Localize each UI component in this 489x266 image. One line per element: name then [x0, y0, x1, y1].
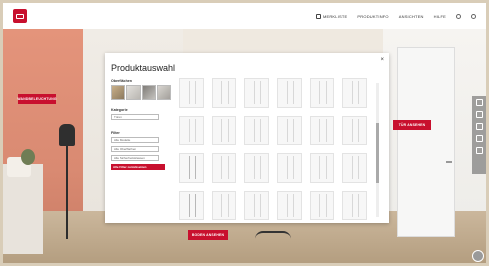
share-icon[interactable]: [475, 111, 483, 118]
top-bar: MERKLISTE PRODUKTINFO ANSICHTEN HILFE: [3, 3, 486, 29]
product-card[interactable]: [276, 190, 302, 220]
brand-logo[interactable]: [13, 9, 27, 23]
finish-label: Oberflächen: [111, 79, 132, 83]
menu-icon[interactable]: [471, 13, 476, 19]
product-card[interactable]: [211, 78, 237, 108]
product-card[interactable]: [342, 115, 367, 145]
nav-label: HILFE: [433, 13, 446, 19]
heart-icon[interactable]: [475, 99, 483, 106]
side-toolbar: [472, 96, 486, 174]
product-card[interactable]: [244, 190, 269, 220]
product-card[interactable]: [211, 190, 237, 220]
product-card[interactable]: [244, 153, 269, 183]
nav-label: ANSICHTEN: [398, 13, 424, 19]
security-filter-select[interactable]: Alle Sicherheitsklassen: [111, 155, 159, 161]
fullscreen-icon[interactable]: [475, 147, 483, 154]
product-card[interactable]: [276, 78, 302, 108]
hotspot-door-button[interactable]: TÜR ANSEHEN: [393, 120, 431, 130]
finish-swatch[interactable]: [156, 85, 171, 100]
plant: [21, 149, 35, 165]
product-card[interactable]: [179, 115, 204, 145]
scroll-thumb[interactable]: [376, 123, 379, 183]
nav-merkliste[interactable]: MERKLISTE: [315, 13, 348, 19]
floor-lamp-shade: [59, 124, 75, 146]
product-grid: [179, 78, 367, 220]
product-card[interactable]: [179, 78, 204, 108]
product-card[interactable]: [309, 190, 335, 220]
product-card[interactable]: [342, 78, 367, 108]
product-card[interactable]: [309, 153, 335, 183]
product-card[interactable]: [211, 115, 237, 145]
finish-filter-select[interactable]: Alle Oberflächen: [111, 146, 159, 152]
hotspot-wall-button[interactable]: WANDBELEUCHTUNG: [17, 94, 56, 104]
finish-swatch[interactable]: [126, 85, 141, 100]
reset-filters-button[interactable]: Alle Filter zurücksetzen: [111, 164, 165, 170]
main-nav: MERKLISTE PRODUKTINFO ANSICHTEN HILFE: [315, 13, 476, 19]
nav-produktinfo[interactable]: PRODUKTINFO: [357, 14, 388, 19]
bookmark-icon: [315, 13, 321, 19]
product-card[interactable]: [276, 153, 302, 183]
finish-swatches: [111, 85, 171, 100]
product-card[interactable]: [179, 153, 204, 183]
help-fab-button[interactable]: [472, 250, 484, 262]
logo-mark-icon: [16, 13, 24, 19]
product-card[interactable]: [276, 115, 302, 145]
account-icon[interactable]: [456, 13, 461, 19]
product-card[interactable]: [309, 115, 335, 145]
finish-swatch[interactable]: [111, 85, 126, 100]
category-label: Kategorie: [111, 108, 128, 112]
print-icon[interactable]: [475, 123, 483, 130]
product-card[interactable]: [244, 78, 269, 108]
hotspot-floor-button[interactable]: BODEN ANSEHEN: [188, 230, 228, 240]
product-card[interactable]: [244, 115, 269, 145]
close-icon[interactable]: ×: [380, 57, 384, 63]
nav-hilfe[interactable]: HILFE: [434, 14, 446, 19]
bed: [3, 164, 43, 254]
room-door[interactable]: [397, 47, 455, 237]
product-card[interactable]: [342, 153, 367, 183]
modal-title: Produktauswahl: [111, 63, 176, 73]
nav-ansichten[interactable]: ANSICHTEN: [399, 14, 424, 19]
grid-scrollbar[interactable]: [376, 83, 379, 217]
nav-label: PRODUKTINFO: [357, 13, 389, 19]
product-card[interactable]: [342, 190, 367, 220]
filter-label: Filter: [111, 131, 120, 135]
product-card[interactable]: [179, 190, 204, 220]
model-filter-select[interactable]: Alle Modelle: [111, 137, 159, 143]
product-card[interactable]: [309, 78, 335, 108]
category-select[interactable]: Türen: [111, 114, 159, 120]
product-card[interactable]: [211, 153, 237, 183]
door-handle: [446, 161, 452, 163]
filter-panel: Oberflächen Kategorie Türen Filter Alle …: [111, 79, 171, 170]
finish-swatch[interactable]: [141, 85, 156, 100]
chair: [255, 231, 291, 261]
product-selection-modal: Produktauswahl × Oberflächen Kategorie T…: [105, 53, 389, 223]
info-icon[interactable]: [475, 135, 483, 142]
nav-label: MERKLISTE: [322, 13, 348, 19]
